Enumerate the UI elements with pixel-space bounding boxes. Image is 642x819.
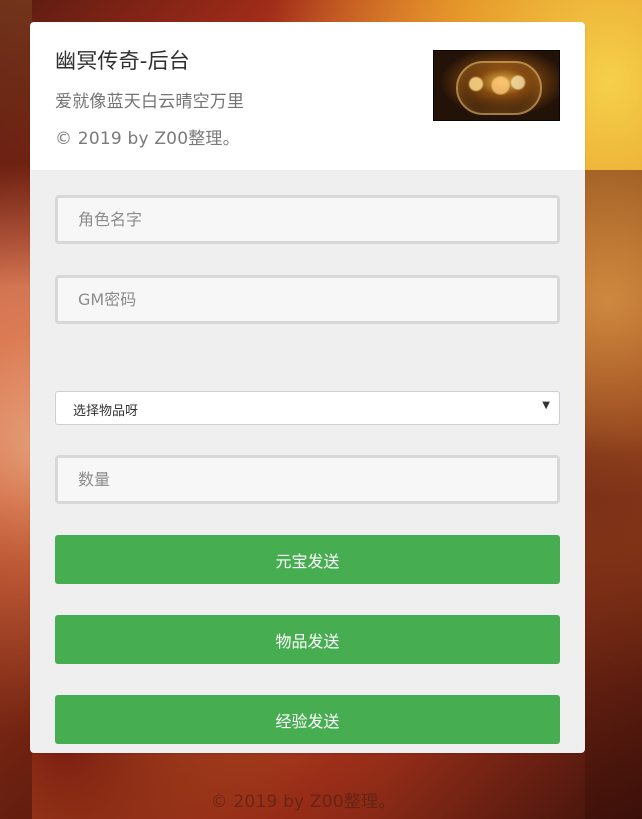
admin-card: 幽冥传奇-后台 爱就像蓝天白云晴空万里 © 2019 by Z00整理。 选择物… bbox=[30, 22, 585, 753]
background-art-right bbox=[585, 170, 642, 819]
background-art-left bbox=[0, 0, 32, 819]
quantity-input[interactable] bbox=[55, 455, 560, 504]
send-item-button[interactable]: 物品发送 bbox=[55, 615, 560, 664]
logo-glyph-icon bbox=[462, 69, 532, 99]
item-select-value: 选择物品呀 bbox=[73, 404, 139, 419]
footer-copyright: © 2019 by Z00整理。 bbox=[210, 792, 396, 812]
page-title: 幽冥传奇-后台 bbox=[55, 49, 190, 73]
send-gold-button-label: 元宝发送 bbox=[275, 551, 340, 571]
role-name-input[interactable] bbox=[55, 195, 560, 244]
send-exp-button[interactable]: 经验发送 bbox=[55, 695, 560, 744]
chevron-down-icon: ▼ bbox=[542, 400, 550, 411]
game-logo-icon bbox=[433, 50, 560, 121]
card-header: 幽冥传奇-后台 爱就像蓝天白云晴空万里 © 2019 by Z00整理。 bbox=[30, 22, 585, 170]
gm-password-input[interactable] bbox=[55, 275, 560, 324]
send-gold-button[interactable]: 元宝发送 bbox=[55, 535, 560, 584]
header-copyright: © 2019 by Z00整理。 bbox=[55, 129, 240, 149]
item-select[interactable]: 选择物品呀 ▼ bbox=[55, 391, 560, 425]
send-item-button-label: 物品发送 bbox=[275, 631, 340, 651]
send-exp-button-label: 经验发送 bbox=[275, 711, 340, 731]
form-panel: 选择物品呀 ▼ 元宝发送 物品发送 经验发送 bbox=[30, 170, 585, 753]
page-subtitle: 爱就像蓝天白云晴空万里 bbox=[55, 92, 245, 112]
